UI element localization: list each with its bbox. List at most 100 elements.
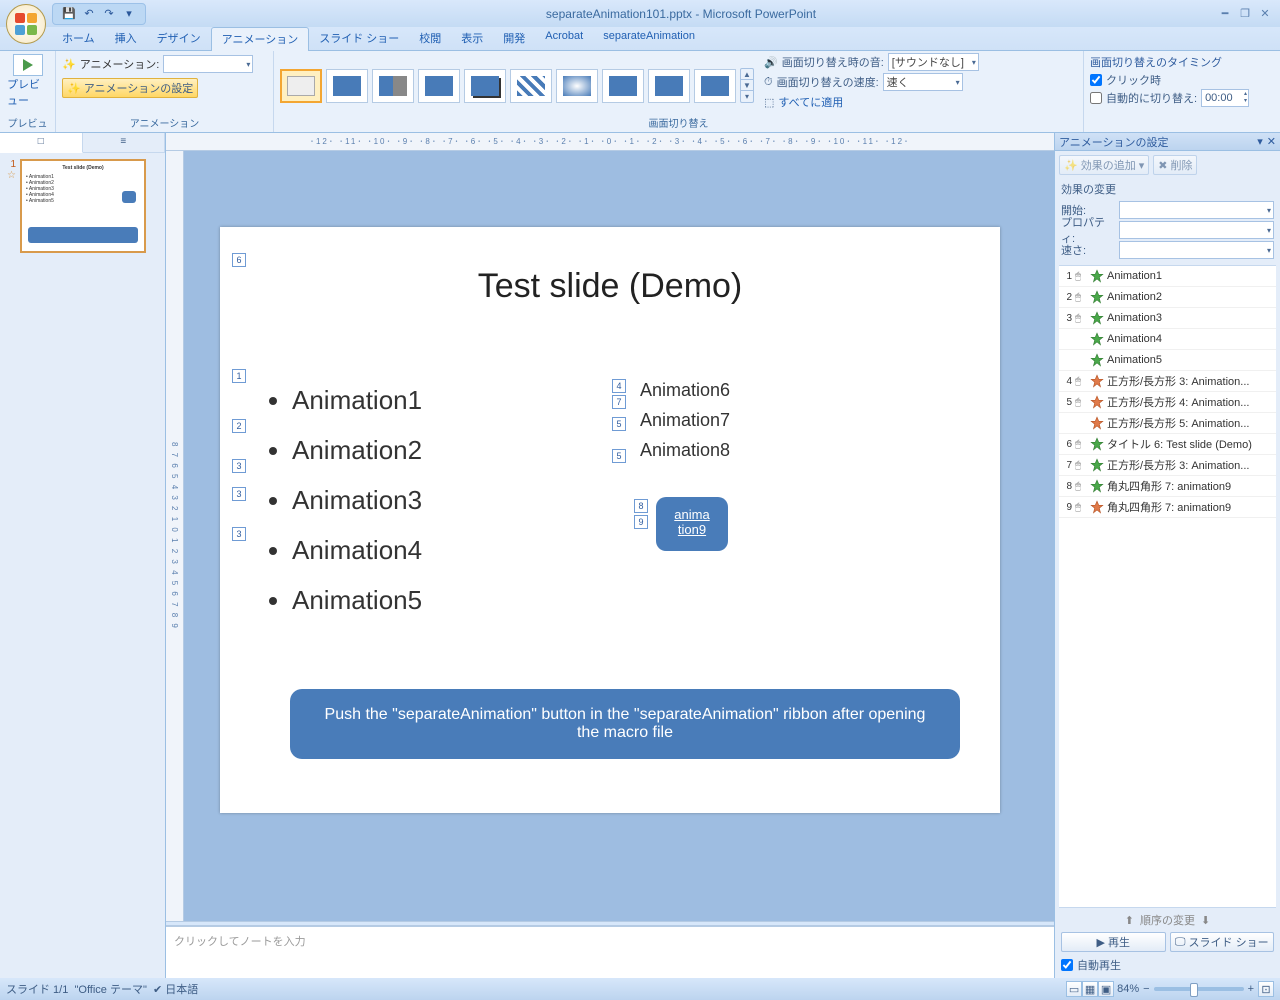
slideshow-view-button[interactable]: ▣ <box>1098 981 1114 997</box>
normal-view-button[interactable]: ▭ <box>1066 981 1082 997</box>
effect-row[interactable]: 5🖱正方形/長方形 4: Animation... <box>1059 392 1276 413</box>
advance-auto-checkbox[interactable] <box>1090 92 1102 104</box>
pane-close-button[interactable]: ✕ <box>1267 135 1276 148</box>
effect-row[interactable]: 7🖱正方形/長方形 3: Animation... <box>1059 455 1276 476</box>
apply-to-all-button[interactable]: すべてに適用 <box>778 94 843 110</box>
bullet-list[interactable]: Animation1 Animation2 Animation3 Animati… <box>266 375 422 625</box>
undo-button[interactable]: ↶ <box>81 6 97 22</box>
anim-tag[interactable]: 3 <box>232 527 246 541</box>
effect-list[interactable]: 1🖱Animation12🖱Animation23🖱Animation3Anim… <box>1059 265 1276 908</box>
rounded-rect-shape[interactable]: animation9 <box>656 497 728 551</box>
custom-animation-button[interactable]: ✨ アニメーションの設定 <box>62 78 198 98</box>
preview-button[interactable]: プレビュー <box>6 53 49 109</box>
transition-9[interactable] <box>694 69 736 103</box>
transition-6[interactable] <box>556 69 598 103</box>
effect-row[interactable]: 8🖱角丸四角形 7: animation9 <box>1059 476 1276 497</box>
notes-pane[interactable]: クリックしてノートを入力 <box>166 926 1054 978</box>
transition-3[interactable] <box>418 69 460 103</box>
advance-onclick-checkbox[interactable] <box>1090 74 1102 86</box>
effect-row[interactable]: 1🖱Animation1 <box>1059 266 1276 287</box>
advance-auto-time[interactable]: 00:00 <box>1201 89 1249 107</box>
anim-tag[interactable]: 7 <box>612 395 626 409</box>
tab-acrobat[interactable]: Acrobat <box>535 27 593 50</box>
tab-design[interactable]: デザイン <box>147 27 211 50</box>
slide[interactable]: 6 Test slide (Demo) 1 2 3 3 3 Animation1… <box>220 227 1000 813</box>
effect-row[interactable]: 3🖱Animation3 <box>1059 308 1276 329</box>
banner-shape[interactable]: Push the "separateAnimation" button in t… <box>290 689 960 759</box>
play-button[interactable]: ▶ 再生 <box>1061 932 1166 952</box>
zoom-out-button[interactable]: − <box>1143 983 1149 995</box>
remove-effect-button[interactable]: ✖削除 <box>1153 155 1197 175</box>
reorder-up-button[interactable]: ⬆ <box>1125 914 1134 927</box>
office-button[interactable] <box>6 4 46 44</box>
right-text-box[interactable]: Animation6 Animation7 Animation8 <box>640 375 730 465</box>
minimize-button[interactable]: ━ <box>1216 6 1234 22</box>
transition-speed-combo[interactable]: 速く <box>883 73 963 91</box>
slide-editor: ･12･ ･11･ ･10･ ･9･ ･8･ ･7･ ･6･ ･5･ ･4･ ･… <box>166 133 1054 978</box>
tab-insert[interactable]: 挿入 <box>105 27 147 50</box>
tab-developer[interactable]: 開発 <box>493 27 535 50</box>
autoplay-checkbox[interactable] <box>1061 959 1073 971</box>
effect-row[interactable]: 正方形/長方形 5: Animation... <box>1059 413 1276 434</box>
anim-tag[interactable]: 1 <box>232 369 246 383</box>
thumb-tab-outline[interactable]: ≡ <box>83 133 166 152</box>
effect-row[interactable]: 9🖱角丸四角形 7: animation9 <box>1059 497 1276 518</box>
pane-dropdown-button[interactable]: ▾ <box>1257 135 1263 148</box>
effect-property-combo[interactable] <box>1119 221 1274 239</box>
save-button[interactable]: 💾 <box>61 6 77 22</box>
add-effect-button[interactable]: ✨効果の追加 ▾ <box>1059 155 1149 175</box>
tab-review[interactable]: 校閲 <box>409 27 451 50</box>
slide-title[interactable]: Test slide (Demo) <box>220 267 1000 306</box>
office-logo-icon <box>15 13 37 35</box>
tab-home[interactable]: ホーム <box>52 27 105 50</box>
transition-5[interactable] <box>510 69 552 103</box>
anim-tag[interactable]: 9 <box>634 515 648 529</box>
effect-row[interactable]: Animation4 <box>1059 329 1276 350</box>
anim-tag[interactable]: 8 <box>634 499 648 513</box>
slide-canvas[interactable]: 6 Test slide (Demo) 1 2 3 3 3 Animation1… <box>184 151 1054 921</box>
transition-2[interactable] <box>372 69 414 103</box>
reorder-down-button[interactable]: ⬇ <box>1201 914 1210 927</box>
anim-tag[interactable]: 6 <box>232 253 246 267</box>
slideshow-button[interactable]: 🖵 スライド ショー <box>1170 932 1275 952</box>
slide-thumbnail-1[interactable]: 1☆ Test slide (Demo) • Animation1• Anima… <box>6 159 159 253</box>
anim-tag[interactable]: 3 <box>232 487 246 501</box>
mouse-icon: 🖱 <box>1075 439 1087 450</box>
zoom-in-button[interactable]: + <box>1248 983 1254 995</box>
effect-speed-combo[interactable] <box>1119 241 1274 259</box>
tab-view[interactable]: 表示 <box>451 27 493 50</box>
effect-row[interactable]: 4🖱正方形/長方形 3: Animation... <box>1059 371 1276 392</box>
anim-tag[interactable]: 4 <box>612 379 626 393</box>
tab-separateanimation[interactable]: separateAnimation <box>593 27 705 50</box>
anim-tag[interactable]: 5 <box>612 417 626 431</box>
zoom-level[interactable]: 84% <box>1117 983 1139 995</box>
fit-window-button[interactable]: ⊡ <box>1258 981 1274 997</box>
animate-combo[interactable] <box>163 55 253 73</box>
transition-4[interactable] <box>464 69 506 103</box>
restore-button[interactable]: ❐ <box>1236 6 1254 22</box>
spellcheck-icon[interactable]: ✔ <box>153 983 162 996</box>
effect-row[interactable]: 6🖱タイトル 6: Test slide (Demo) <box>1059 434 1276 455</box>
effect-row[interactable]: 2🖱Animation2 <box>1059 287 1276 308</box>
anim-tag[interactable]: 3 <box>232 459 246 473</box>
sorter-view-button[interactable]: ▦ <box>1082 981 1098 997</box>
qat-customize-button[interactable]: ▾ <box>121 6 137 22</box>
redo-button[interactable]: ↷ <box>101 6 117 22</box>
transition-sound-combo[interactable]: [サウンドなし] <box>888 53 979 71</box>
status-language[interactable]: 日本語 <box>165 981 198 997</box>
transition-none[interactable] <box>280 69 322 103</box>
ruler-horizontal: ･12･ ･11･ ･10･ ･9･ ･8･ ･7･ ･6･ ･5･ ･4･ ･… <box>166 133 1054 151</box>
effect-row[interactable]: Animation5 <box>1059 350 1276 371</box>
transition-8[interactable] <box>648 69 690 103</box>
transition-1[interactable] <box>326 69 368 103</box>
transition-7[interactable] <box>602 69 644 103</box>
close-button[interactable]: ✕ <box>1256 6 1274 22</box>
anim-tag[interactable]: 2 <box>232 419 246 433</box>
tab-slideshow[interactable]: スライド ショー <box>309 27 409 50</box>
gallery-scroll[interactable]: ▲▼▾ <box>740 68 754 103</box>
effect-start-combo[interactable] <box>1119 201 1274 219</box>
tab-animations[interactable]: アニメーション <box>211 27 310 51</box>
anim-tag[interactable]: 5 <box>612 449 626 463</box>
thumb-tab-slides[interactable]: □ <box>0 133 83 153</box>
zoom-slider[interactable] <box>1154 987 1244 991</box>
